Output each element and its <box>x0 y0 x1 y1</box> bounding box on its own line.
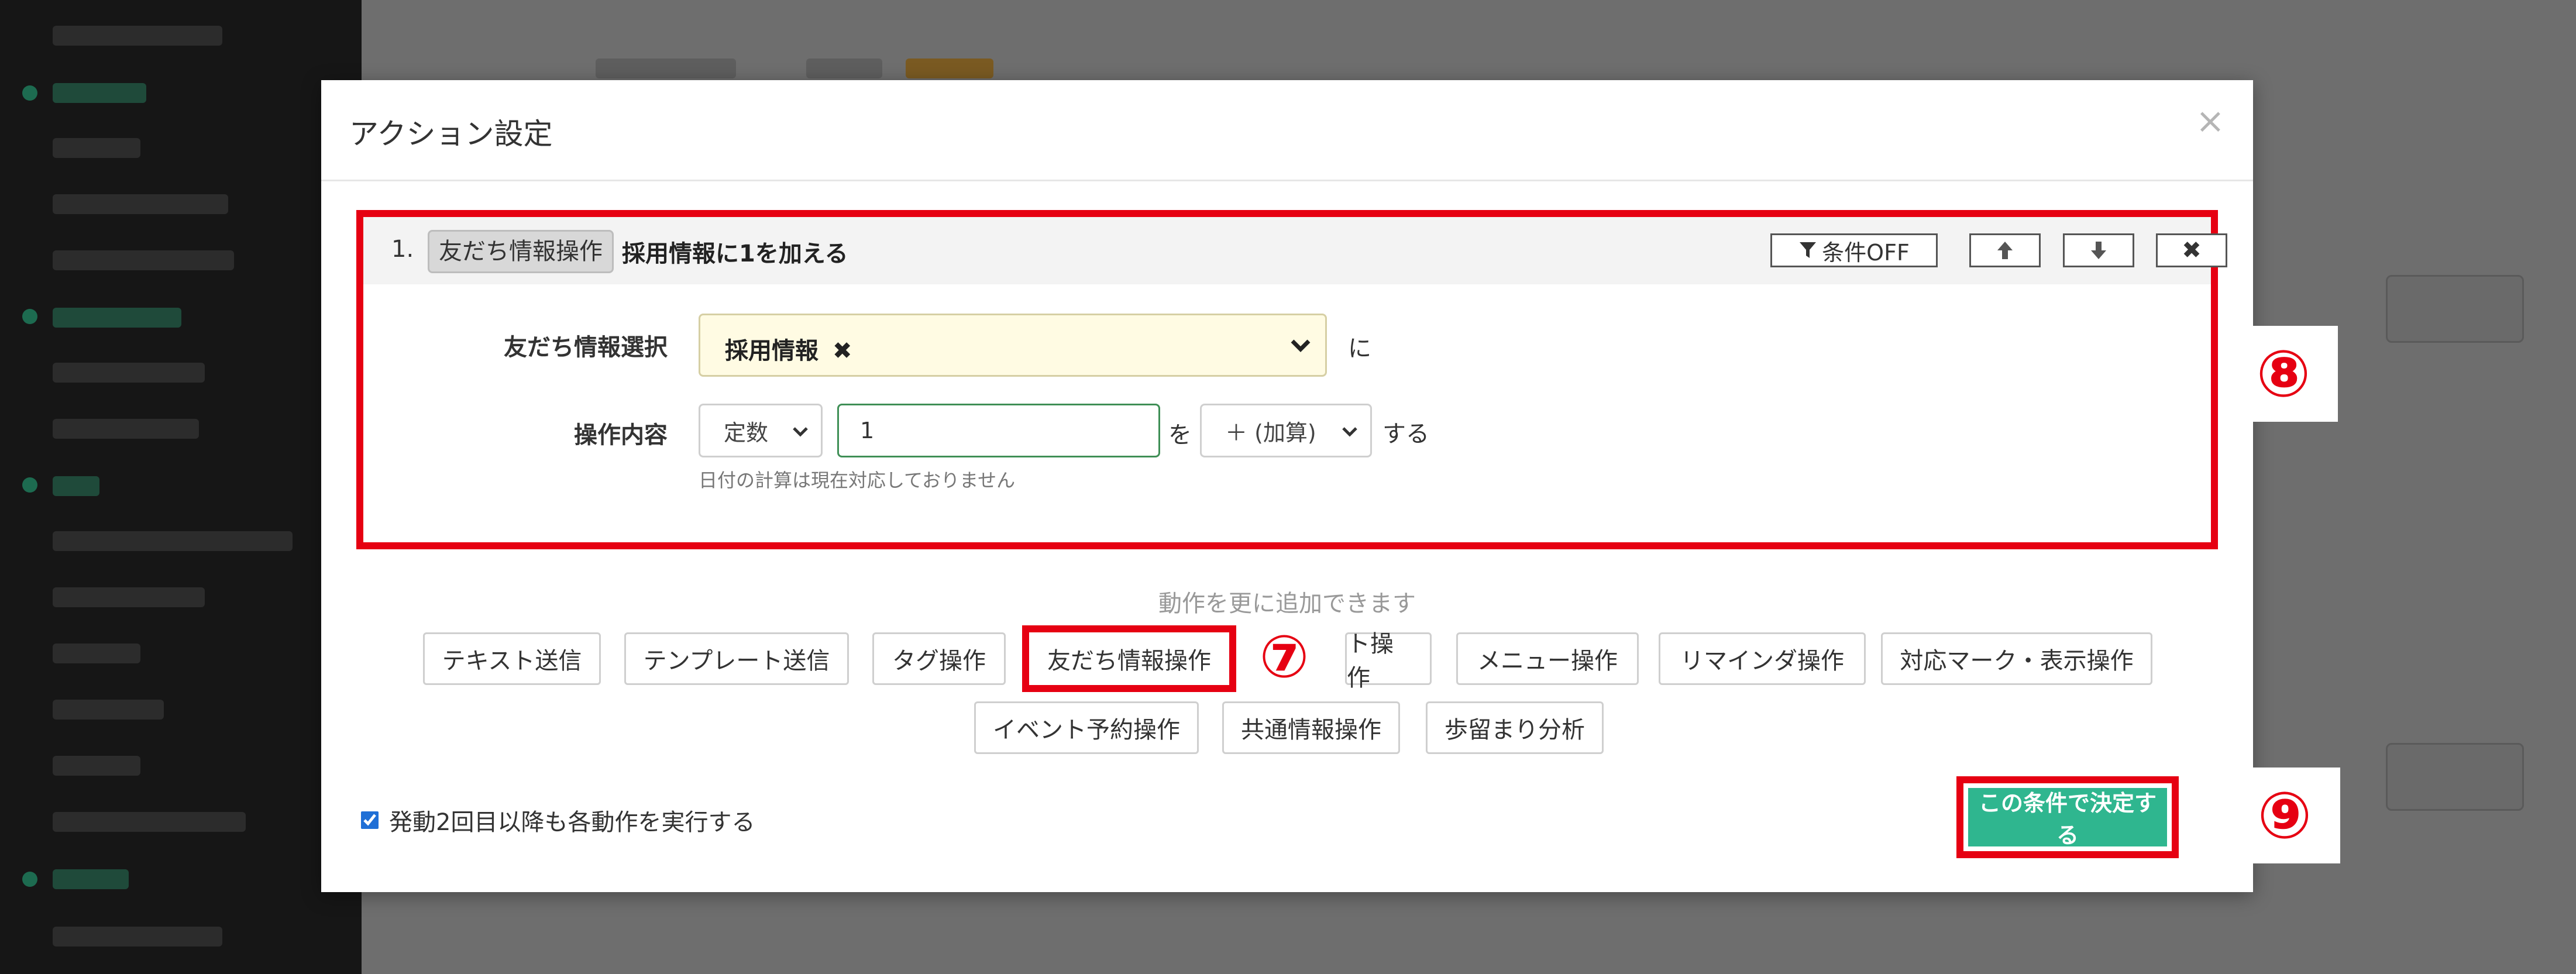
sidebar-section <box>53 308 181 328</box>
delete-button[interactable]: ✖ <box>2156 233 2227 267</box>
sidebar-item <box>53 700 164 720</box>
operator-select[interactable]: ＋ (加算) <box>1200 404 1372 457</box>
condition-off-button[interactable]: 条件OFF <box>1770 233 1938 267</box>
sidebar-item <box>53 194 228 214</box>
add-yield-analysis-button[interactable]: 歩留まり分析 <box>1426 701 1604 754</box>
friend-info-select-label: 友だち情報選択 <box>504 334 668 361</box>
sidebar-section-dot <box>22 477 37 493</box>
add-friend-info-operation-button[interactable]: 友だち情報操作 <box>1022 625 1236 692</box>
filter-icon <box>1800 242 1817 258</box>
bg-tab <box>806 58 882 78</box>
sidebar-section-dot <box>22 872 37 887</box>
particle-wo: を <box>1168 422 1192 449</box>
add-shared-info-operation-button[interactable]: 共通情報操作 <box>1222 701 1400 754</box>
modal-header: アクション設定 × <box>321 80 2253 181</box>
repeat-actions-checkbox[interactable] <box>361 811 379 829</box>
add-event-reservation-button[interactable]: イベント予約操作 <box>974 701 1199 754</box>
select-suffix: に <box>1348 335 1371 362</box>
action-index: 1. <box>391 236 414 263</box>
app-sidebar <box>0 0 362 974</box>
callout-8: ⑧ <box>2229 326 2338 422</box>
sidebar-section-dot <box>22 85 37 101</box>
sidebar-item <box>53 138 140 158</box>
submit-condition-button[interactable]: この条件で決定する <box>1968 788 2167 848</box>
callout-7: ⑦ <box>1259 622 1309 691</box>
add-mark-display-operation-button[interactable]: 対応マーク・表示操作 <box>1881 632 2152 685</box>
selected-field-chip: 採用情報 ✖ <box>725 332 852 366</box>
sidebar-section <box>53 476 99 496</box>
chevron-down-icon <box>1291 339 1311 352</box>
sidebar-item <box>53 250 234 270</box>
sidebar-item <box>53 587 205 607</box>
action-type-badge: 友だち情報操作 <box>428 230 614 273</box>
value-type-select[interactable]: 定数 <box>699 404 823 457</box>
submit-highlight-frame: この条件で決定する <box>1956 776 2179 858</box>
move-down-button[interactable] <box>2063 233 2134 267</box>
arrow-down-icon <box>2091 242 2106 259</box>
repeat-actions-label: 発動2回目以降も各動作を実行する <box>389 809 755 836</box>
value-input[interactable]: 1 <box>837 404 1160 457</box>
bg-input <box>2386 275 2524 343</box>
add-text-send-button[interactable]: テキスト送信 <box>423 632 601 685</box>
sidebar-item <box>53 419 199 439</box>
sidebar-section <box>53 869 129 889</box>
add-action-hint: 動作を更に追加できます <box>1158 590 1416 617</box>
sidebar-item <box>53 756 140 776</box>
add-menu-operation-button[interactable]: メニュー操作 <box>1456 632 1639 685</box>
bg-input <box>2386 743 2524 811</box>
add-template-send-button[interactable]: テンプレート送信 <box>624 632 849 685</box>
sidebar-item <box>53 927 222 947</box>
bg-tab <box>596 58 736 78</box>
close-icon[interactable]: × <box>2196 104 2225 139</box>
delete-icon: ✖ <box>2182 237 2202 264</box>
action-card-header: 1. 友だち情報操作 採用情報に1を加える 条件OFF ✖ <box>363 217 2227 284</box>
arrow-up-icon <box>1997 242 2013 259</box>
sidebar-item <box>53 363 205 383</box>
bg-badge <box>906 58 993 78</box>
condition-off-label: 条件OFF <box>1822 239 1910 266</box>
modal-title: アクション設定 <box>349 117 553 151</box>
selected-field-label: 採用情報 <box>725 338 818 364</box>
value-type-value: 定数 <box>724 419 769 446</box>
action-summary: 採用情報に1を加える <box>622 240 848 267</box>
add-reminder-operation-button[interactable]: リマインダ操作 <box>1659 632 1866 685</box>
sidebar-item <box>53 812 246 832</box>
repeat-actions-option[interactable]: 発動2回目以降も各動作を実行する <box>361 803 755 837</box>
sidebar-item <box>53 531 293 551</box>
operator-value: ＋ (加算) <box>1225 419 1316 446</box>
sidebar-item <box>53 26 222 46</box>
action-settings-modal: アクション設定 × 1. 友だち情報操作 採用情報に1を加える 条件OFF ✖ … <box>321 80 2253 892</box>
chevron-down-icon <box>793 427 808 437</box>
friend-info-select[interactable]: 採用情報 ✖ <box>699 314 1327 377</box>
sidebar-section-dot <box>22 309 37 324</box>
callout-9: ⑨ <box>2229 768 2340 863</box>
chip-remove-icon[interactable]: ✖ <box>833 338 852 364</box>
operation-label: 操作内容 <box>574 422 668 449</box>
chevron-down-icon <box>1342 427 1357 437</box>
sidebar-section <box>53 83 146 103</box>
suffix-suru: する <box>1382 421 1429 448</box>
action-card: 1. 友だち情報操作 採用情報に1を加える 条件OFF ✖ 友だち情報選択 採用… <box>356 210 2227 549</box>
help-text: 日付の計算は現在対応しておりません <box>699 469 1016 491</box>
sidebar-item <box>53 643 140 663</box>
add-point-operation-button[interactable]: ト操作 <box>1345 631 1432 691</box>
add-tag-operation-button[interactable]: タグ操作 <box>872 632 1006 685</box>
move-up-button[interactable] <box>1969 233 2041 267</box>
